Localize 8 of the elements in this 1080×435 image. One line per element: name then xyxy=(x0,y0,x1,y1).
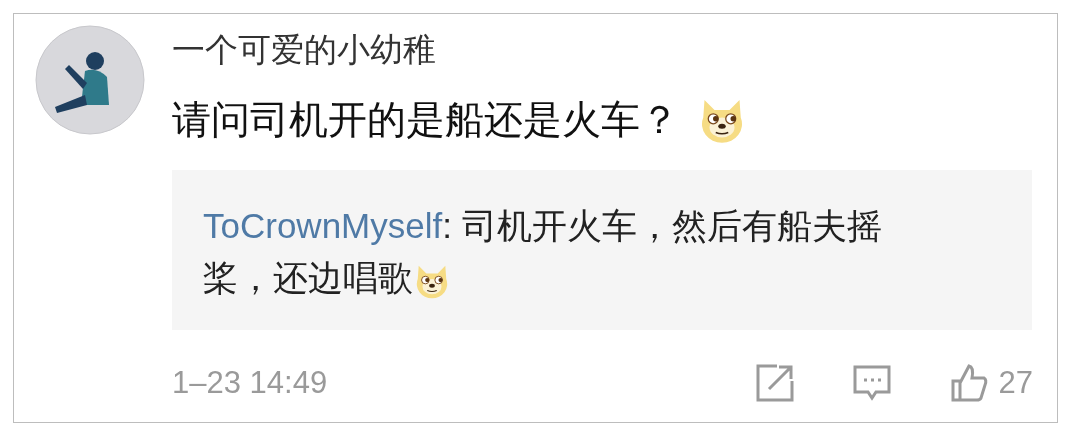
timestamp: 1–23 14:49 xyxy=(172,364,328,402)
like-count: 27 xyxy=(998,364,1033,402)
avatar[interactable] xyxy=(35,25,145,135)
author-name[interactable]: 一个可爱的小幼稚 xyxy=(172,30,1043,70)
share-icon[interactable] xyxy=(754,363,795,404)
reply-text: ToCrownMyself: 司机开火车，然后有船夫摇桨，还边唱歌 xyxy=(203,200,918,304)
comment-text: 请问司机开的是船还是火车？ xyxy=(172,97,679,143)
reply-author[interactable]: ToCrownMyself xyxy=(203,206,443,245)
